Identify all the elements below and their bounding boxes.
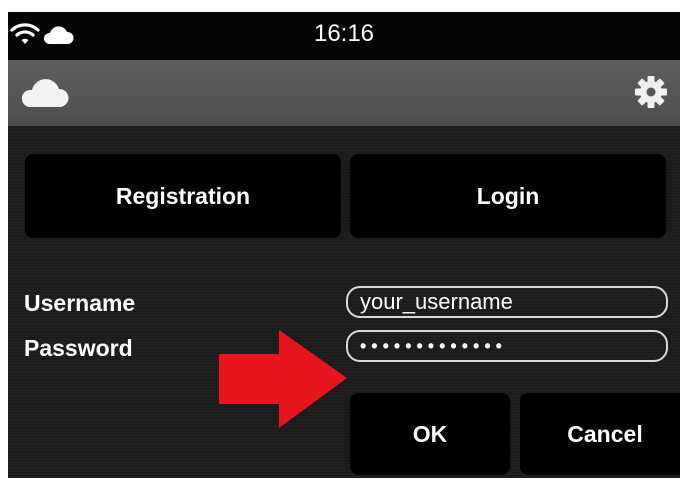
gear-icon[interactable] [634, 75, 668, 114]
annotation-arrow-icon [219, 330, 349, 435]
password-field[interactable]: ••••••••••••• [346, 330, 668, 362]
status-clock: 16:16 [313, 20, 375, 47]
app-bar [8, 60, 680, 126]
ok-button[interactable]: OK [350, 393, 510, 475]
login-button[interactable]: Login [350, 154, 666, 238]
username-label: Username [24, 290, 136, 316]
password-label: Password [24, 335, 133, 361]
username-field[interactable]: your_username [346, 286, 668, 318]
cloud-icon[interactable] [18, 77, 70, 114]
cancel-button[interactable]: Cancel [520, 393, 680, 475]
status-bar: 16:16 [8, 12, 680, 60]
device-screen: 16:16 Registration Login Username your_u… [8, 12, 680, 478]
registration-button[interactable]: Registration [25, 154, 341, 238]
